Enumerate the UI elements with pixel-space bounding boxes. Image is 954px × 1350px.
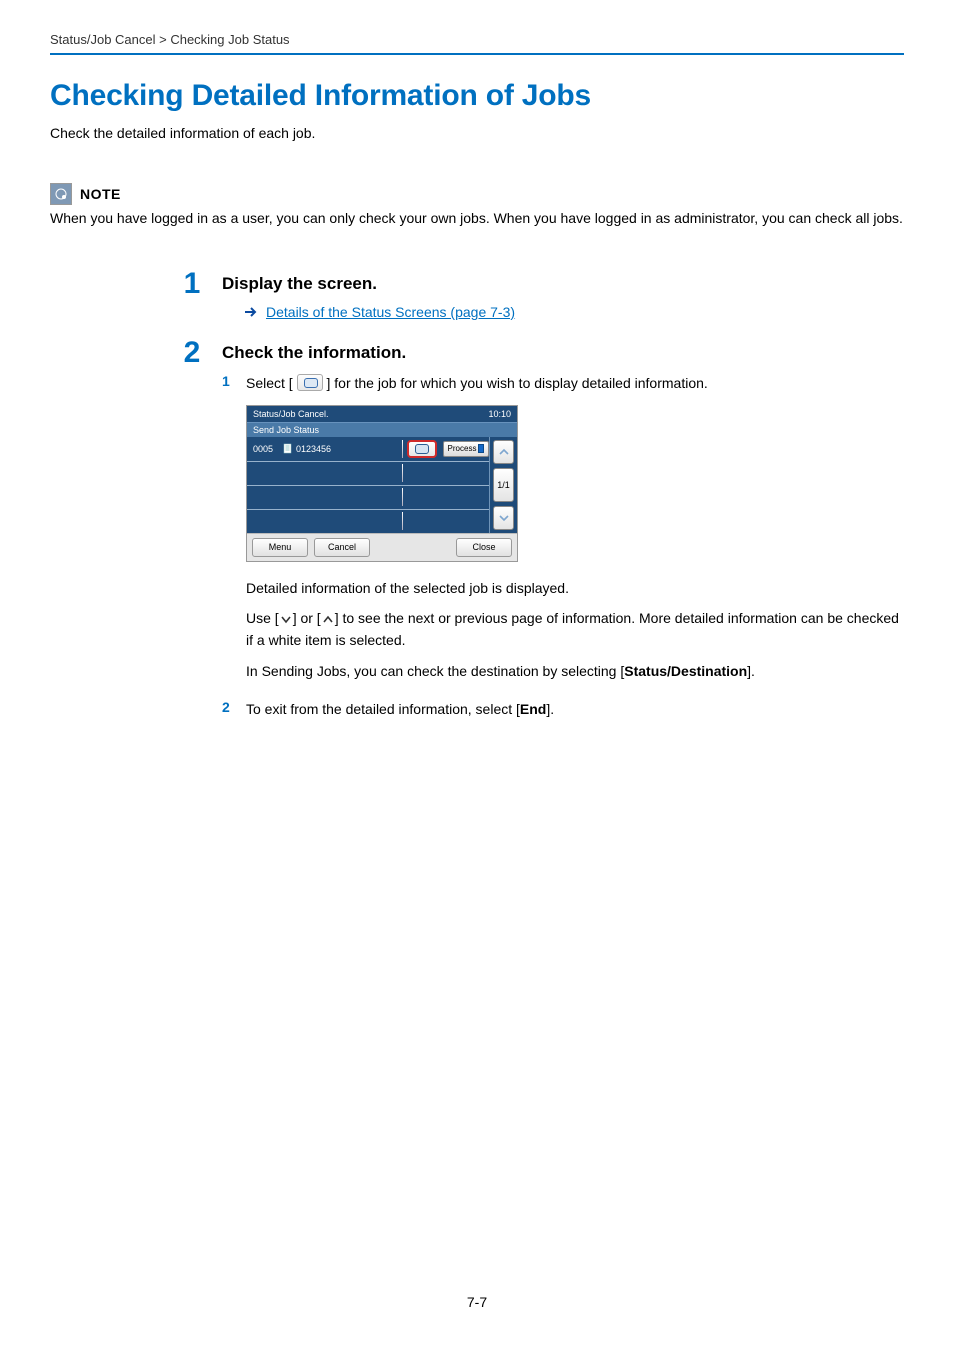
panel-time: 10:10 <box>488 409 511 419</box>
job-docname: 0123456 <box>296 444 331 454</box>
nav-post: ] to see the next or previous page of in… <box>246 610 899 648</box>
nav-paragraph: Use [ ] or [] to see the next or previous… <box>246 608 904 651</box>
table-row <box>247 485 489 509</box>
cancel-button[interactable]: Cancel <box>314 538 370 557</box>
divider <box>50 53 904 55</box>
substep-2-post: ]. <box>546 701 554 717</box>
close-button[interactable]: Close <box>456 538 512 557</box>
scroll-down-button[interactable] <box>493 506 514 530</box>
step-number-2: 2 <box>180 338 204 368</box>
nav-pre: Use [ <box>246 610 279 626</box>
page-title: Checking Detailed Information of Jobs <box>50 79 904 113</box>
chevron-up-icon <box>498 448 510 456</box>
send-paragraph: In Sending Jobs, you can check the desti… <box>246 661 904 681</box>
substep-1-text: Select [ ] for the job for which you wis… <box>246 373 904 393</box>
note-body: When you have logged in as a user, you c… <box>50 209 904 229</box>
status-badge[interactable]: Process <box>443 441 489 457</box>
substep-1-post: ] for the job for which you wish to disp… <box>326 375 707 391</box>
substep-2-strong: End <box>520 701 546 717</box>
panel-tab[interactable]: Send Job Status <box>247 422 517 437</box>
scroll-up-button[interactable] <box>493 440 514 464</box>
pager: 1/1 <box>493 468 514 501</box>
substep-2-text: To exit from the detailed information, s… <box>246 699 904 719</box>
status-panel: Status/Job Cancel. 10:10 Send Job Status… <box>246 405 518 562</box>
send-pre: In Sending Jobs, you can check the desti… <box>246 663 624 679</box>
breadcrumb: Status/Job Cancel > Checking Job Status <box>50 32 904 47</box>
status-screens-link[interactable]: Details of the Status Screens (page 7-3) <box>266 304 515 320</box>
send-post: ]. <box>747 663 755 679</box>
detail-paragraph: Detailed information of the selected job… <box>246 578 904 598</box>
panel-header: Status/Job Cancel. <box>253 409 329 419</box>
step-1-title: Display the screen. <box>222 274 904 294</box>
flag-icon <box>478 444 484 453</box>
nav-mid: ] or [ <box>293 610 321 626</box>
table-row <box>247 509 489 533</box>
arrow-right-icon <box>244 306 258 318</box>
send-strong: Status/Destination <box>624 663 747 679</box>
substep-2-pre: To exit from the detailed information, s… <box>246 701 520 717</box>
substep-1-pre: Select [ <box>246 375 293 391</box>
menu-button[interactable]: Menu <box>252 538 308 557</box>
cell-divider <box>402 440 403 458</box>
table-row[interactable]: 0005 0123456 <box>247 437 489 461</box>
intro-text: Check the detailed information of each j… <box>50 125 904 141</box>
step-2-title: Check the information. <box>222 343 904 363</box>
chevron-down-icon <box>498 514 510 522</box>
chevron-down-icon <box>279 610 293 630</box>
detail-button[interactable] <box>407 440 437 458</box>
substep-1-number: 1 <box>222 373 236 389</box>
document-icon <box>283 443 293 454</box>
step-number-1: 1 <box>180 269 204 299</box>
detail-icon <box>297 374 323 391</box>
note-label: NOTE <box>80 186 121 202</box>
chevron-up-icon <box>321 610 335 630</box>
status-label: Process <box>448 444 477 453</box>
substep-2-number: 2 <box>222 699 236 715</box>
job-doc: 0123456 <box>283 443 331 454</box>
note-icon <box>50 183 72 205</box>
page-number: 7-7 <box>0 1294 954 1310</box>
job-id: 0005 <box>247 444 283 454</box>
table-row <box>247 461 489 485</box>
